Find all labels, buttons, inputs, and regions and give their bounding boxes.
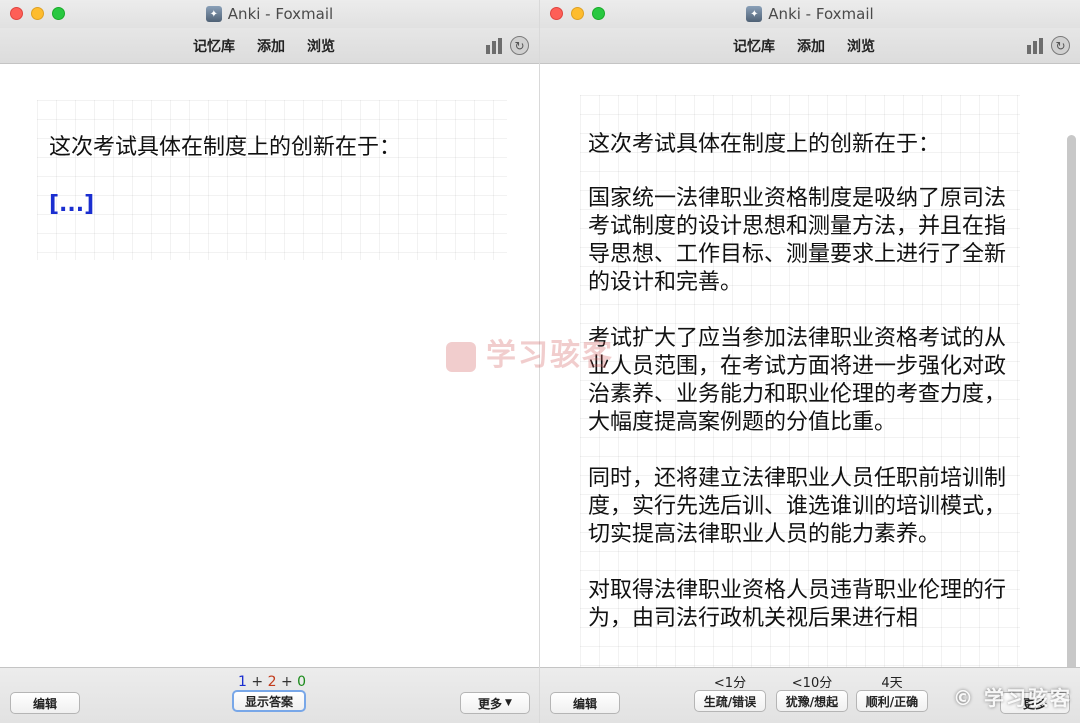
minimize-window-button[interactable] bbox=[31, 7, 44, 20]
cloze-placeholder: [...] bbox=[49, 192, 95, 217]
watermark: 学习骇客 bbox=[446, 330, 614, 374]
main-toolbar: 记忆库 添加 浏览 ↻ bbox=[540, 28, 1080, 64]
minimize-window-button[interactable] bbox=[571, 7, 584, 20]
answer-paragraph: 对取得法律职业资格人员违背职业伦理的行为，由司法行政机关视后果进行相 bbox=[588, 578, 1007, 631]
edit-button[interactable]: 编辑 bbox=[10, 692, 80, 714]
copyright-icon: © bbox=[953, 686, 976, 710]
ease-hard-button[interactable]: 犹豫/想起 bbox=[776, 690, 848, 712]
ease-good-group: 4天 顺利/正确 bbox=[856, 672, 928, 712]
anki-window-answer: ✦ Anki - Foxmail 记忆库 添加 浏览 ↻ 这次考试具体在制度上的… bbox=[540, 0, 1080, 723]
titlebar[interactable]: ✦ Anki - Foxmail bbox=[0, 0, 539, 28]
anki-app-icon: ✦ bbox=[746, 6, 763, 22]
answer-paragraph: 考试扩大了应当参加法律职业资格考试的从业人员范围，在考试方面将进一步强化对政治素… bbox=[588, 326, 1007, 435]
show-answer-button[interactable]: 显示答案 bbox=[232, 690, 306, 712]
window-title-group: ✦ Anki - Foxmail bbox=[205, 5, 334, 23]
stats-icon[interactable] bbox=[1027, 37, 1045, 54]
sync-icon[interactable]: ↻ bbox=[510, 36, 529, 55]
corner-watermark: © 学习骇客 bbox=[953, 682, 1072, 711]
review-count: 0 bbox=[297, 674, 307, 690]
more-button-label: 更多 bbox=[478, 696, 503, 711]
due-counts: 1 + 2 + 0 bbox=[238, 674, 306, 690]
nav-decks[interactable]: 记忆库 bbox=[193, 36, 235, 56]
ease-again-button[interactable]: 生疏/错误 bbox=[694, 690, 766, 712]
close-window-button[interactable] bbox=[550, 7, 563, 20]
ease-hard-group: <10分 犹豫/想起 bbox=[776, 672, 848, 712]
watermark-text: 学习骇客 bbox=[486, 338, 614, 373]
ease-good-button[interactable]: 顺利/正确 bbox=[856, 690, 928, 712]
card-back: 这次考试具体在制度上的创新在于： 国家统一法律职业资格制度是吸纳了原司法考试制度… bbox=[580, 95, 1020, 667]
count-separator: + bbox=[251, 674, 264, 690]
corner-watermark-text: 学习骇客 bbox=[984, 686, 1072, 710]
new-count: 1 bbox=[238, 674, 247, 690]
toolbar-icons: ↻ bbox=[486, 36, 529, 55]
nav-browse[interactable]: 浏览 bbox=[307, 36, 335, 56]
count-separator: + bbox=[280, 674, 293, 690]
question-text: 这次考试具体在制度上的创新在于： bbox=[588, 132, 941, 157]
chevron-down-icon: ▼ bbox=[505, 698, 512, 708]
zoom-window-button[interactable] bbox=[592, 7, 605, 20]
toolbar-nav: 记忆库 添加 浏览 bbox=[193, 36, 335, 56]
more-button[interactable]: 更多 ▼ bbox=[460, 692, 530, 714]
nav-add[interactable]: 添加 bbox=[797, 36, 825, 56]
stats-icon[interactable] bbox=[486, 37, 504, 54]
window-title: Anki - Foxmail bbox=[227, 5, 334, 23]
titlebar[interactable]: ✦ Anki - Foxmail bbox=[540, 0, 1080, 28]
toolbar-nav: 记忆库 添加 浏览 bbox=[733, 36, 875, 56]
answer-paragraph: 国家统一法律职业资格制度是吸纳了原司法考试制度的设计思想和测量方法，并且在指导思… bbox=[588, 186, 1007, 295]
learning-count: 2 bbox=[267, 674, 277, 690]
card-content: 这次考试具体在制度上的创新在于： 国家统一法律职业资格制度是吸纳了原司法考试制度… bbox=[540, 65, 1080, 667]
watermark-logo-icon bbox=[446, 341, 476, 372]
nav-add[interactable]: 添加 bbox=[257, 36, 285, 56]
question-text: 这次考试具体在制度上的创新在于： bbox=[49, 135, 402, 160]
review-bottombar: 编辑 1 + 2 + 0 显示答案 更多 ▼ bbox=[0, 667, 539, 723]
ease-interval: <1分 bbox=[713, 676, 747, 691]
zoom-window-button[interactable] bbox=[52, 7, 65, 20]
answer-paragraph: 同时，还将建立法律职业人员任职前培训制度，实行先选后训、谁选谁训的培训模式，切实… bbox=[588, 466, 1007, 547]
ease-again-group: <1分 生疏/错误 bbox=[694, 672, 766, 712]
main-toolbar: 记忆库 添加 浏览 ↻ bbox=[0, 28, 539, 64]
ease-interval: 4天 bbox=[881, 676, 903, 691]
anki-app-icon: ✦ bbox=[205, 6, 222, 22]
scrollbar-thumb[interactable] bbox=[1067, 135, 1076, 667]
edit-button[interactable]: 编辑 bbox=[550, 692, 620, 714]
nav-decks[interactable]: 记忆库 bbox=[733, 36, 775, 56]
window-title-group: ✦ Anki - Foxmail bbox=[746, 5, 874, 23]
nav-browse[interactable]: 浏览 bbox=[847, 36, 875, 56]
answer-text: 国家统一法律职业资格制度是吸纳了原司法考试制度的设计思想和测量方法，并且在指导思… bbox=[588, 185, 1008, 661]
window-controls bbox=[10, 7, 65, 20]
toolbar-icons: ↻ bbox=[1027, 36, 1070, 55]
window-controls bbox=[550, 7, 605, 20]
card-front: 这次考试具体在制度上的创新在于： [...] bbox=[37, 100, 507, 260]
ease-interval: <10分 bbox=[791, 676, 833, 691]
close-window-button[interactable] bbox=[10, 7, 23, 20]
sync-icon[interactable]: ↻ bbox=[1051, 36, 1070, 55]
window-title: Anki - Foxmail bbox=[768, 5, 874, 23]
